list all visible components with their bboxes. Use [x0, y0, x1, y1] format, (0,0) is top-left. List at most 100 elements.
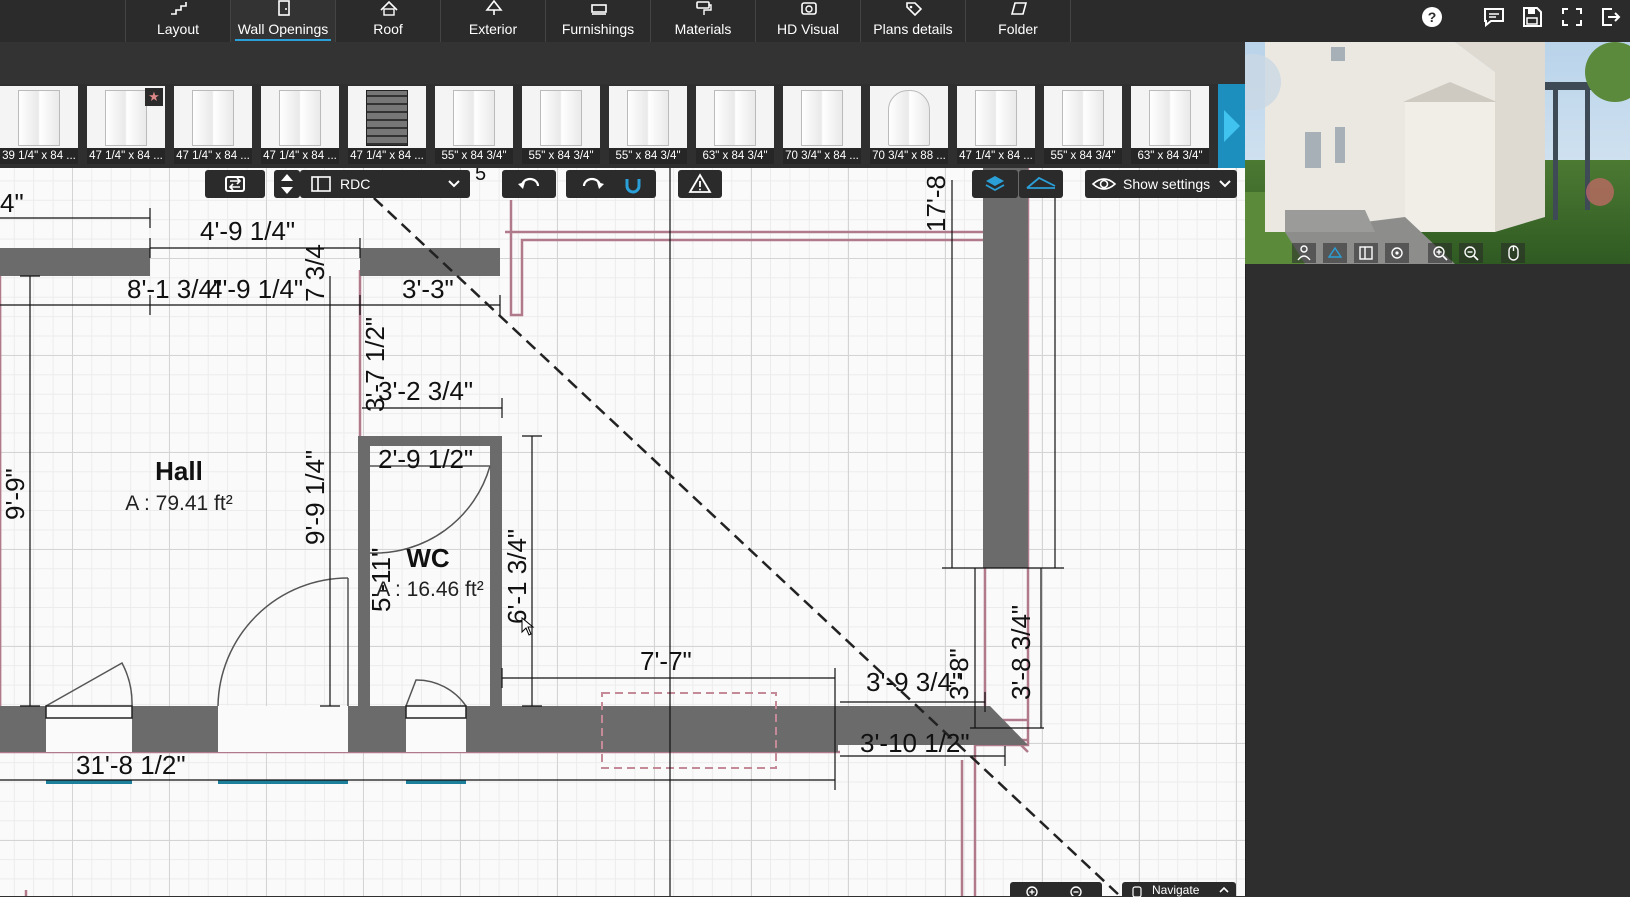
magnet-icon [625, 179, 641, 194]
catalog-item[interactable]: 55" x 84 3/4" [609, 86, 687, 164]
dim-3-3: 3'-3" [402, 274, 454, 304]
zoom-out-3d-button[interactable] [1459, 243, 1483, 263]
catalog-item-label: 55" x 84 3/4" [1044, 148, 1122, 164]
tab-materials[interactable]: Materials [650, 0, 755, 42]
swap-icon [225, 176, 245, 192]
catalog-item[interactable]: 47 1/4" x 84 ... [957, 86, 1035, 164]
catalog-item[interactable]: 55" x 84 3/4" [522, 86, 600, 164]
sofa-icon [591, 4, 607, 15]
tree-icon [485, 0, 503, 15]
roof-view-button[interactable] [1019, 170, 1063, 198]
catalog-item[interactable]: 55" x 84 3/4" [1044, 86, 1122, 164]
top-menu-bar: Layout Wall Openings Roof Exterior Furnishin… [0, 0, 1630, 43]
tab-hd-visual[interactable]: HD Visual [755, 0, 860, 42]
catalog-item[interactable]: ★ 47 1/4" x 84 ... [87, 86, 165, 164]
zoom-out-icon [1464, 246, 1479, 261]
layers-icon [985, 176, 1005, 192]
zoom-in-icon[interactable] [1018, 882, 1048, 896]
door-thumbnail [627, 90, 669, 146]
catalog-item-label: 55" x 84 3/4" [609, 148, 687, 164]
help-icon[interactable]: ? [1420, 6, 1444, 28]
catalog-item[interactable]: 70 3/4" x 84 ... [783, 86, 861, 164]
dim-3-8-3-4: 3'-8 3/4" [1006, 605, 1036, 700]
catalog-item-label: 55" x 84 3/4" [435, 148, 513, 164]
door-thumbnail [801, 90, 843, 146]
tab-layout[interactable]: Layout [125, 0, 230, 42]
catalog-strip: 39 1/4" x 84 ... ★ 47 1/4" x 84 ... 47 1/4"… [0, 84, 1245, 168]
3d-preview[interactable] [1245, 42, 1630, 264]
magnet-button[interactable] [610, 170, 656, 198]
tags-icon [906, 2, 923, 16]
catalog-item[interactable]: 39 1/4" x 84 ... [0, 86, 78, 164]
swap-button[interactable] [205, 170, 265, 198]
house-3d-render [1245, 42, 1630, 264]
dim-7-7: 7'-7" [640, 646, 692, 676]
catalog-item-label: 70 3/4" x 84 ... [783, 148, 861, 164]
dim-2-9: 2'-9 1/2" [378, 444, 473, 474]
tab-separator [1070, 0, 1071, 42]
show-settings-button[interactable]: Show settings [1085, 170, 1237, 198]
warning-button[interactable] [678, 170, 722, 198]
door-thumbnail [279, 90, 321, 146]
tab-label: Materials [674, 21, 732, 37]
zoom-in-3d-button[interactable] [1428, 243, 1452, 263]
sun-button[interactable] [1323, 243, 1347, 263]
catalog-item[interactable]: 63" x 84 3/4" [696, 86, 774, 164]
dim-top-small: 5 [475, 168, 486, 185]
door-thumbnail [714, 90, 756, 146]
catalog-item-label: 39 1/4" x 84 ... [0, 148, 78, 164]
exit-icon[interactable] [1598, 6, 1622, 28]
fullscreen-icon[interactable] [1560, 6, 1584, 28]
catalog-item[interactable]: 70 3/4" x 88 ... [870, 86, 948, 164]
catalog-next-button[interactable] [1218, 84, 1245, 168]
up-down-arrows-icon [281, 174, 293, 194]
door-icon [278, 0, 290, 16]
chat-icon[interactable] [1482, 6, 1506, 28]
navigate-button[interactable]: Navigate [1122, 882, 1236, 897]
tab-roof[interactable]: Roof [335, 0, 440, 42]
level-select[interactable]: RDC [300, 170, 470, 198]
roof-icon [380, 0, 398, 16]
tab-exterior[interactable]: Exterior [440, 0, 545, 42]
tab-furnishings[interactable]: Furnishings [545, 0, 650, 42]
walk-mode-button[interactable] [1292, 243, 1316, 263]
favorite-star-icon[interactable]: ★ [145, 88, 163, 106]
door-thumbnail [18, 90, 60, 146]
zoom-out-icon[interactable] [1062, 882, 1092, 896]
floor-plan-canvas[interactable]: 4" 4'-9 1/4" 8'-1 3/4" 4'-9 1/4" 3'-3" 3… [0, 168, 1245, 896]
mouse-mode-button[interactable] [1501, 243, 1525, 263]
floor-icon [311, 176, 331, 192]
catalog-item[interactable]: 47 1/4" x 84 ... [348, 86, 426, 164]
plan-view-button[interactable] [1354, 243, 1378, 263]
roof-outline-icon [1026, 176, 1056, 189]
tab-plans-details[interactable]: Plans details [860, 0, 965, 42]
rotate-icon [1391, 247, 1403, 259]
layers-button[interactable] [972, 170, 1018, 198]
catalog-item[interactable]: 47 1/4" x 84 ... [174, 86, 252, 164]
catalog-item-label: 63" x 84 3/4" [1131, 148, 1209, 164]
tab-label: Roof [373, 21, 403, 37]
dim-17-8: 17'-8 [921, 175, 951, 232]
catalog-item[interactable]: 63" x 84 3/4" [1131, 86, 1209, 164]
chevron-up-icon [1219, 886, 1229, 893]
tab-folder[interactable]: Folder [965, 0, 1070, 42]
catalog-item-label: 47 1/4" x 84 ... [174, 148, 252, 164]
door-thumbnail [105, 90, 147, 146]
undo-button[interactable] [502, 170, 556, 198]
dim-3-8: 3'-8" [944, 648, 974, 700]
dim-6-1: 6'-1 3/4" [502, 529, 532, 624]
floorplan-icon [1359, 246, 1373, 260]
paint-roller-icon [696, 1, 712, 15]
dim-4-9-top: 4'-9 1/4" [200, 216, 295, 246]
catalog-item[interactable]: 47 1/4" x 84 ... [261, 86, 339, 164]
save-icon[interactable] [1520, 6, 1544, 28]
sun-icon [1327, 246, 1343, 258]
tab-label: Folder [998, 21, 1038, 37]
catalog-item-label: 47 1/4" x 84 ... [348, 148, 426, 164]
catalog-item-label: 55" x 84 3/4" [522, 148, 600, 164]
door-thumbnail [1149, 90, 1191, 146]
level-updown-button[interactable] [274, 170, 300, 198]
tab-wall-openings[interactable]: Wall Openings [230, 0, 335, 42]
rotate-view-button[interactable] [1385, 243, 1409, 263]
catalog-item[interactable]: 55" x 84 3/4" [435, 86, 513, 164]
